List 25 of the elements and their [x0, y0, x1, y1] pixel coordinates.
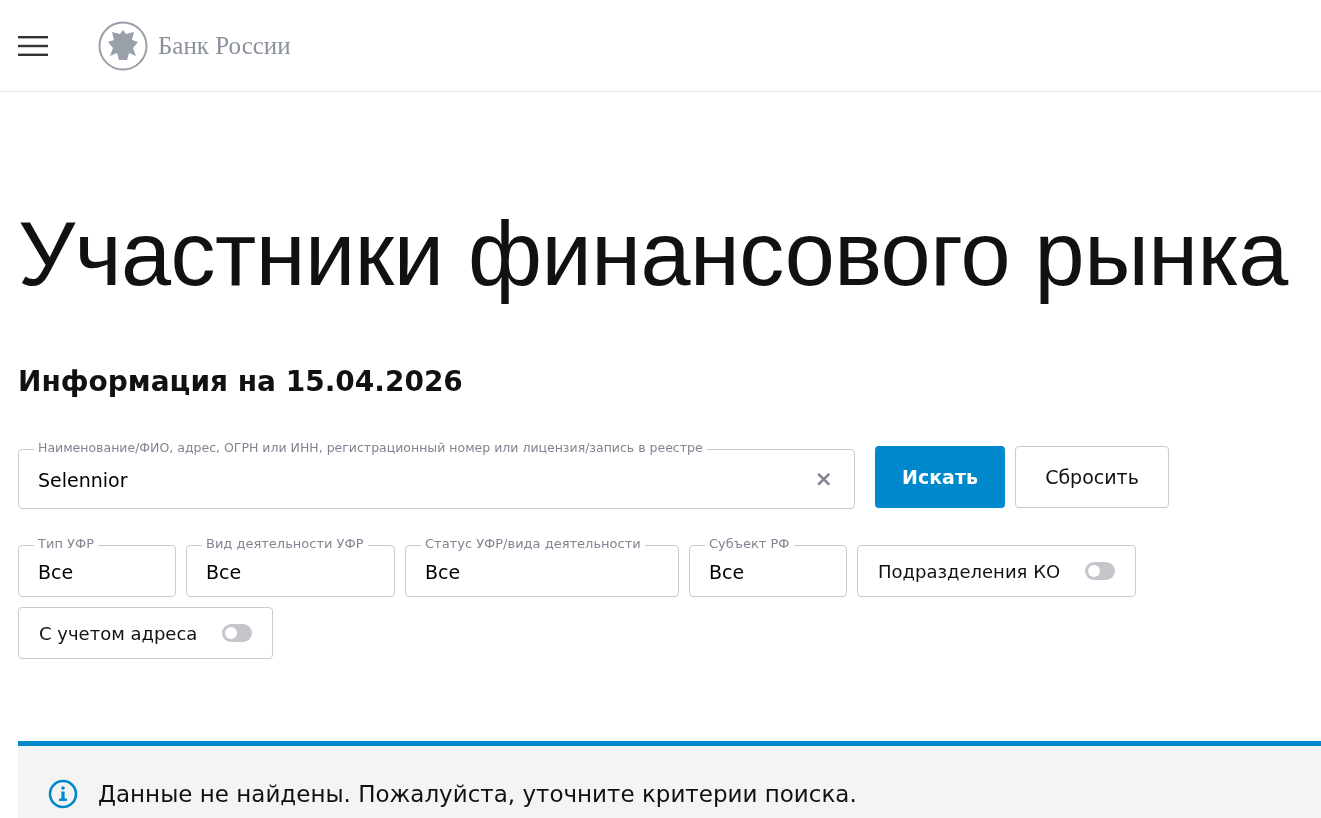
toggle-label: Подразделения КО: [878, 560, 1061, 582]
field-label: Субъект РФ: [705, 535, 794, 553]
toggle-switch[interactable]: [1085, 562, 1115, 580]
clear-button[interactable]: ×: [814, 466, 833, 491]
notice-text: Данные не найдены. Пожалуйста, уточните критерии поиска.: [98, 780, 857, 809]
menu-icon[interactable]: [18, 34, 48, 57]
info-icon: [48, 779, 78, 809]
field-value: Все: [709, 561, 745, 583]
field-value: Selennior: [38, 469, 128, 491]
toggle-label: С учетом адреса: [39, 622, 198, 644]
info-date-heading: Информация на 15.04.2026: [18, 364, 464, 400]
filter-select[interactable]: Статус УФР/вида деятельности Все: [405, 535, 679, 597]
field-value: Все: [206, 561, 242, 583]
filter-select[interactable]: Субъект РФ Все: [689, 535, 847, 597]
emblem-icon[interactable]: [98, 20, 148, 71]
field-value: Все: [425, 561, 461, 583]
field-value: Все: [38, 561, 74, 583]
search-button[interactable]: Искать: [875, 446, 1005, 508]
filter-select[interactable]: Вид деятельности УФР Все: [186, 535, 395, 597]
page-title: Участники финансового рынка: [18, 203, 1288, 306]
reset-button[interactable]: Сбросить: [1015, 446, 1169, 508]
filter-select[interactable]: Тип УФР Все: [18, 535, 176, 597]
field-label: Наименование/ФИО, адрес, ОГРН или ИНН, регистрационный номер или лицензия/запись в реестре: [34, 439, 707, 457]
toggle-switch[interactable]: [222, 624, 252, 642]
search-field[interactable]: Наименование/ФИО, адрес, ОГРН или ИНН, регистрационный номер или лицензия/запись в реестре Selennior ×: [18, 439, 855, 509]
